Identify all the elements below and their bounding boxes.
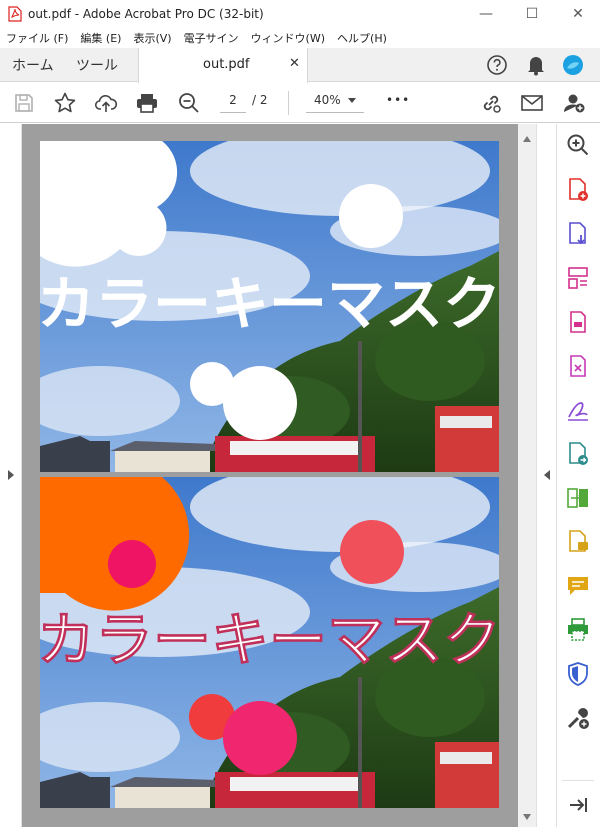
comment-icon[interactable] bbox=[565, 529, 591, 555]
menu-esign[interactable]: 電子サイン bbox=[184, 30, 239, 46]
print-icon[interactable] bbox=[135, 91, 159, 115]
add-user-icon[interactable] bbox=[562, 91, 586, 115]
vertical-scrollbar[interactable] bbox=[518, 124, 536, 827]
protect-icon[interactable] bbox=[565, 661, 591, 687]
page-separator: / 2 bbox=[252, 93, 268, 107]
toolbar-divider bbox=[288, 91, 289, 115]
menu-bar: ファイル (F) 編集 (E) 表示(V) 電子サイン ウィンドウ(W) ヘルプ… bbox=[0, 28, 600, 48]
organize-pages-icon[interactable] bbox=[565, 265, 591, 291]
export-pdf-icon[interactable] bbox=[565, 221, 591, 247]
send-for-signature-icon[interactable] bbox=[565, 441, 591, 467]
page-1-heading: カラーキーマスク bbox=[40, 270, 499, 338]
scroll-down-icon[interactable] bbox=[523, 814, 531, 820]
more-tools-icon[interactable] bbox=[565, 705, 591, 731]
maximize-button[interactable]: ☐ bbox=[510, 0, 554, 28]
notifications-bell-icon[interactable] bbox=[526, 54, 546, 76]
menu-help[interactable]: ヘルプ(H) bbox=[337, 30, 387, 46]
page-2-image: カラーキーマスク bbox=[40, 477, 499, 808]
chevron-down-icon bbox=[348, 98, 356, 103]
save-icon[interactable] bbox=[12, 91, 36, 115]
upload-cloud-icon[interactable] bbox=[94, 91, 118, 115]
zoom-level-select[interactable]: 40% bbox=[306, 93, 364, 113]
create-pdf-icon[interactable] bbox=[565, 177, 591, 203]
close-tab-button[interactable]: ✕ bbox=[289, 56, 300, 71]
collapse-panel-icon[interactable] bbox=[565, 792, 591, 818]
left-panel-strip bbox=[0, 124, 22, 827]
minimize-button[interactable]: — bbox=[464, 0, 508, 28]
collapse-right-arrow-icon[interactable] bbox=[543, 470, 551, 480]
tools-pane-divider bbox=[562, 780, 594, 781]
page-1-image: カラーキーマスク bbox=[40, 141, 499, 472]
account-avatar-icon[interactable] bbox=[562, 54, 584, 76]
acrobat-app-icon bbox=[8, 6, 22, 22]
print-production-icon[interactable] bbox=[565, 617, 591, 643]
help-icon[interactable] bbox=[486, 54, 508, 76]
document-tab-label: out.pdf bbox=[203, 57, 250, 72]
menu-file[interactable]: ファイル (F) bbox=[6, 30, 68, 46]
zoom-tool-icon[interactable] bbox=[565, 132, 591, 158]
window-title: out.pdf - Adobe Acrobat Pro DC (32-bit) bbox=[28, 7, 264, 21]
zoom-out-icon[interactable] bbox=[177, 91, 201, 115]
title-bar: out.pdf - Adobe Acrobat Pro DC (32-bit) … bbox=[0, 0, 600, 28]
share-link-icon[interactable] bbox=[479, 91, 503, 115]
compress-pdf-icon[interactable] bbox=[565, 353, 591, 379]
page-2-heading: カラーキーマスク bbox=[40, 606, 499, 674]
pdf-page-2: カラーキーマスク bbox=[40, 477, 499, 808]
tab-document[interactable]: out.pdf ✕ bbox=[138, 48, 308, 83]
close-window-button[interactable]: ✕ bbox=[556, 0, 600, 28]
compare-files-icon[interactable] bbox=[565, 485, 591, 511]
bookmark-star-icon[interactable] bbox=[53, 91, 77, 115]
main-toolbar: 2 / 2 40% ••• bbox=[0, 83, 600, 123]
fill-sign-icon[interactable] bbox=[565, 397, 591, 423]
expand-left-panel-icon[interactable] bbox=[7, 470, 15, 480]
page-number-input[interactable]: 2 bbox=[220, 93, 246, 113]
pdf-page-1: カラーキーマスク bbox=[40, 141, 499, 472]
more-tools-button[interactable]: ••• bbox=[386, 93, 410, 113]
edit-pdf-icon[interactable] bbox=[565, 309, 591, 335]
comment-bubble-icon[interactable] bbox=[565, 573, 591, 599]
menu-view[interactable]: 表示(V) bbox=[133, 30, 171, 46]
menu-window[interactable]: ウィンドウ(W) bbox=[251, 30, 325, 46]
right-panel-strip bbox=[536, 124, 556, 827]
email-envelope-icon[interactable] bbox=[520, 91, 544, 115]
tab-tools[interactable]: ツール bbox=[76, 48, 118, 82]
tab-row: ホーム ツール out.pdf ✕ bbox=[0, 48, 600, 83]
total-pages: 2 bbox=[259, 93, 268, 107]
scroll-up-icon[interactable] bbox=[523, 136, 531, 142]
menu-edit[interactable]: 編集 (E) bbox=[80, 30, 121, 46]
tab-home[interactable]: ホーム bbox=[12, 48, 54, 82]
